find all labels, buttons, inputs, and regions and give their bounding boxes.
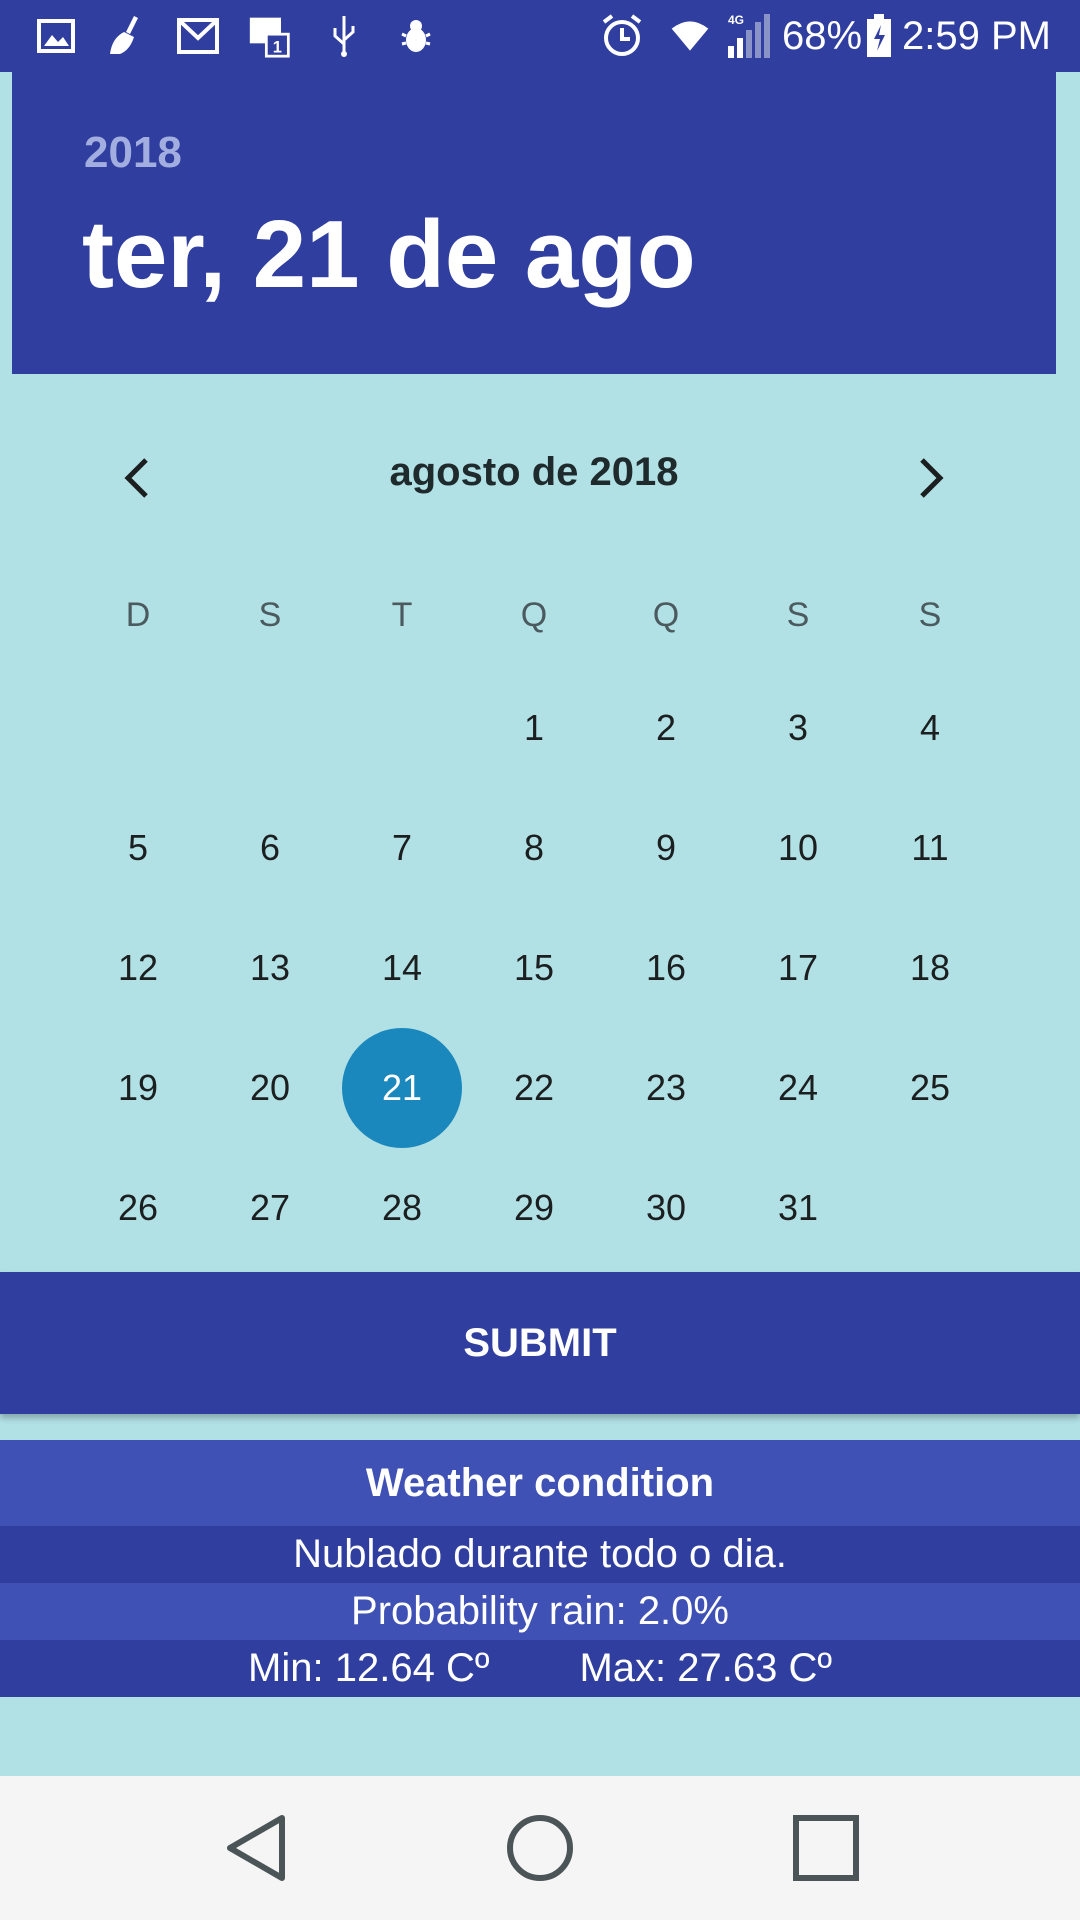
calendar-day[interactable]: 13 [204, 908, 336, 1028]
calendar-day[interactable]: 22 [468, 1028, 600, 1148]
temperature-row: Min: 12.64 Cº Max: 27.63 Cº [0, 1640, 1080, 1697]
max-temperature: Max: 27.63 Cº [579, 1646, 832, 1690]
weekday-label: S [918, 596, 942, 634]
wifi-icon [668, 14, 712, 58]
next-month-button[interactable] [892, 440, 968, 516]
calendar-day[interactable]: 25 [864, 1028, 996, 1148]
status-bar: 1 4G 68% 2:59 PM [0, 0, 1080, 72]
calendar-day[interactable]: 10 [732, 788, 864, 908]
calendar-day[interactable]: 4 [864, 668, 996, 788]
calendar-day[interactable]: 23 [600, 1028, 732, 1148]
home-circle-icon [507, 1815, 573, 1881]
calendar-day-empty [336, 668, 468, 788]
calendar-day[interactable]: 1 [468, 668, 600, 788]
chevron-right-icon [920, 458, 944, 498]
clock: 2:59 PM [902, 14, 1051, 58]
calendar-day-empty [204, 668, 336, 788]
calendar-week: 5 6 7 8 9 10 11 [72, 788, 996, 908]
svg-text:1: 1 [273, 39, 282, 57]
battery-icon [864, 14, 894, 58]
recents-square-icon [793, 1815, 859, 1881]
date-picker-header: 2018 ter, 21 de ago [12, 72, 1056, 374]
weather-title: Weather condition [0, 1440, 1080, 1526]
calendar-day[interactable]: 7 [336, 788, 468, 908]
weekday-label: S [786, 596, 810, 634]
calendar-day[interactable]: 26 [72, 1148, 204, 1268]
calendar-day[interactable]: 15 [468, 908, 600, 1028]
weekday-label: Q [652, 596, 680, 634]
system-navigation-bar [0, 1776, 1080, 1920]
rain-probability: Probability rain: 2.0% [0, 1583, 1080, 1640]
weather-summary: Nublado durante todo o dia. [0, 1526, 1080, 1583]
calendar-day[interactable]: 29 [468, 1148, 600, 1268]
calendar-day[interactable]: 17 [732, 908, 864, 1028]
notification-badge-icon: 1 [248, 14, 292, 58]
calendar-day[interactable]: 6 [204, 788, 336, 908]
weekday-header-row: D S T Q Q S S [72, 585, 996, 645]
calendar-day-selected[interactable]: 21 [336, 1028, 468, 1148]
calendar-day[interactable]: 16 [600, 908, 732, 1028]
calendar-day[interactable]: 8 [468, 788, 600, 908]
calendar-week: 12 13 14 15 16 17 18 [72, 908, 996, 1028]
gmail-icon [176, 14, 220, 58]
weekday-label: T [391, 596, 413, 634]
weekday-label: S [258, 596, 282, 634]
calendar-week: 19 20 21 22 23 24 25 [72, 1028, 996, 1148]
broom-icon [104, 14, 148, 58]
usb-icon [322, 14, 366, 58]
alarm-icon [600, 14, 644, 58]
calendar-week: 26 27 28 29 30 31 [72, 1148, 996, 1268]
calendar-day[interactable]: 12 [72, 908, 204, 1028]
gallery-icon [34, 14, 78, 58]
weekday-label: Q [520, 596, 548, 634]
calendar-day[interactable]: 20 [204, 1028, 336, 1148]
weekday-label: D [125, 596, 151, 634]
calendar-day[interactable]: 2 [600, 668, 732, 788]
home-button[interactable] [500, 1808, 580, 1888]
calendar-day-empty [72, 668, 204, 788]
calendar-day[interactable]: 27 [204, 1148, 336, 1268]
calendar-day[interactable]: 30 [600, 1148, 732, 1268]
calendar-day[interactable]: 11 [864, 788, 996, 908]
calendar-day[interactable]: 24 [732, 1028, 864, 1148]
calendar-day[interactable]: 5 [72, 788, 204, 908]
calendar-day[interactable]: 28 [336, 1148, 468, 1268]
calendar-day[interactable]: 19 [72, 1028, 204, 1148]
back-button[interactable] [216, 1808, 296, 1888]
bug-icon [394, 14, 438, 58]
calendar-day[interactable]: 3 [732, 668, 864, 788]
min-temperature: Min: 12.64 Cº [248, 1646, 490, 1690]
header-selected-date[interactable]: ter, 21 de ago [82, 200, 696, 310]
calendar-day[interactable]: 18 [864, 908, 996, 1028]
header-year[interactable]: 2018 [84, 128, 182, 178]
calendar-day[interactable]: 14 [336, 908, 468, 1028]
svg-text:4G: 4G [728, 13, 744, 27]
calendar-week: 1 2 3 4 [72, 668, 996, 788]
battery-percent: 68% [782, 14, 863, 58]
signal-icon: 4G [726, 13, 774, 58]
calendar-day[interactable]: 9 [600, 788, 732, 908]
calendar-day[interactable]: 31 [732, 1148, 864, 1268]
submit-button[interactable]: SUBMIT [0, 1272, 1080, 1414]
recents-button[interactable] [786, 1808, 866, 1888]
back-triangle-icon [227, 1815, 285, 1881]
calendar-day-empty [864, 1148, 996, 1268]
